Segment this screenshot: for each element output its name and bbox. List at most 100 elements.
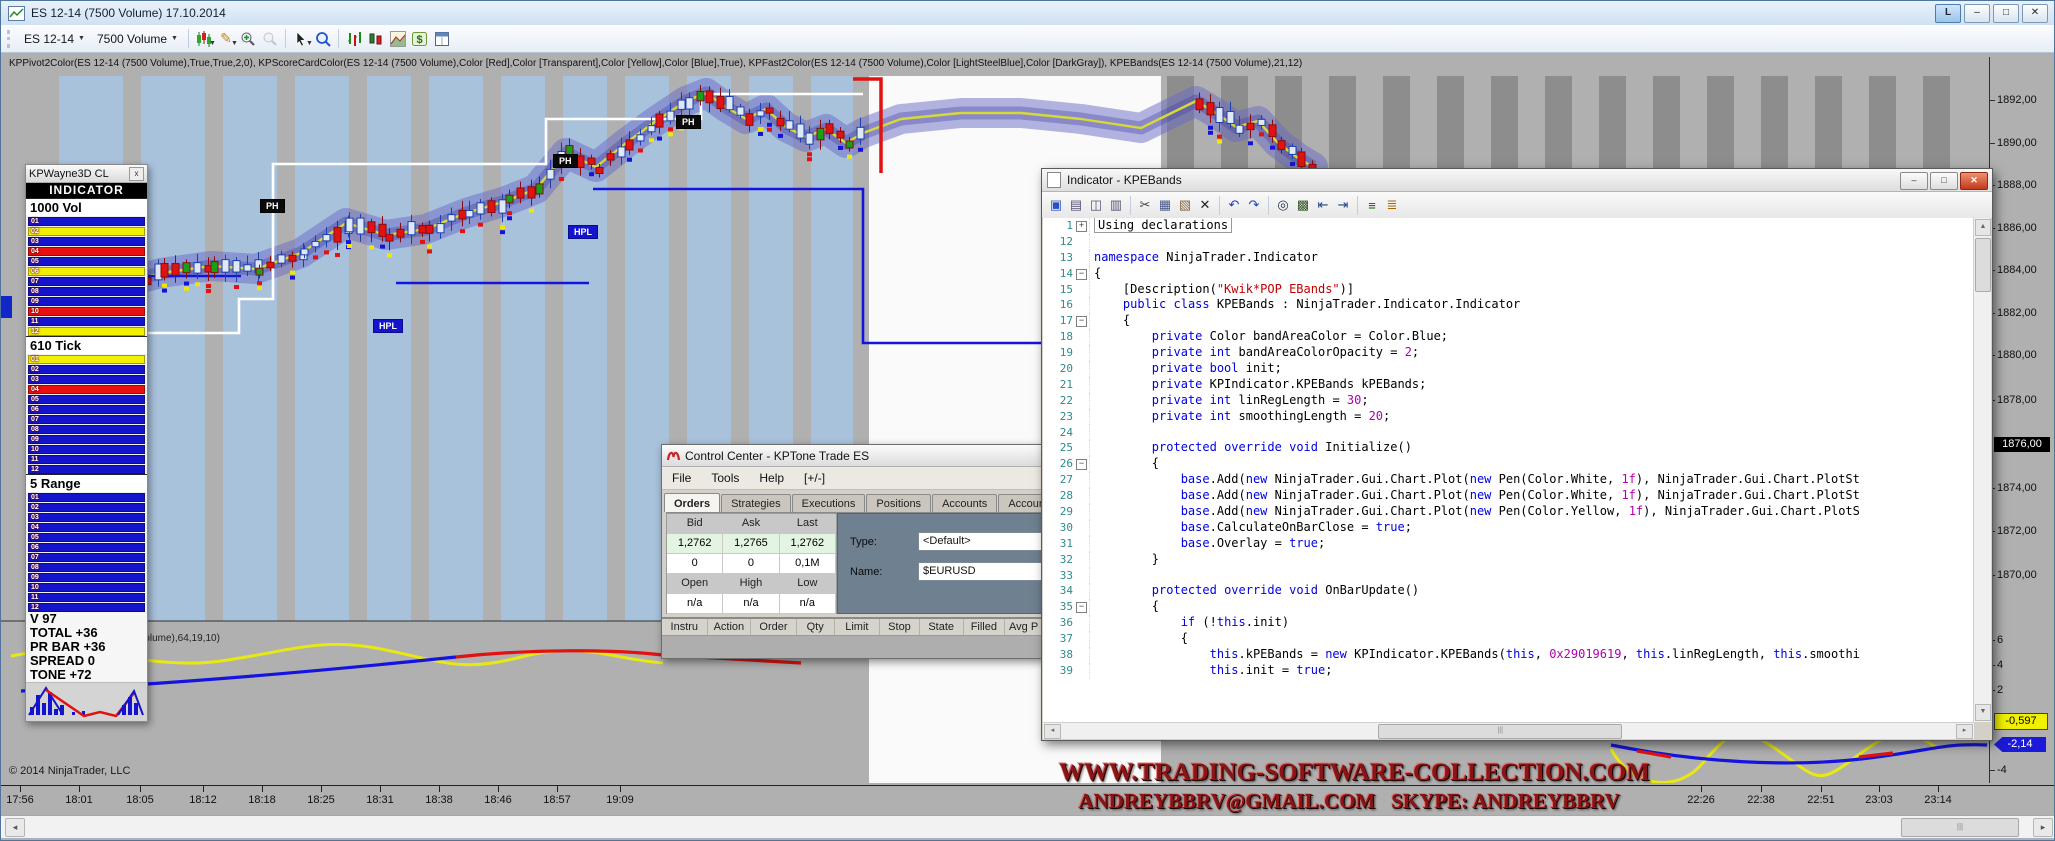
time-tick [140, 786, 141, 792]
hscroll-left-arrow[interactable]: ◂ [1044, 724, 1061, 739]
order-column-header[interactable]: Filled [964, 619, 1006, 635]
hscroll-right-arrow[interactable]: ▸ [1956, 724, 1973, 739]
editor-titlebar[interactable]: Indicator - KPEBands – □ ✕ [1042, 169, 1992, 192]
menu-item-tools[interactable]: Tools [701, 469, 749, 487]
tab-orders[interactable]: Orders [664, 493, 720, 512]
copy-icon[interactable]: ▦ [1155, 195, 1175, 215]
tab-accounts[interactable]: Accounts [932, 494, 997, 512]
dollar-icon[interactable]: $ [409, 28, 431, 50]
minimize-button[interactable]: – [1964, 4, 1990, 23]
fold-toggle-icon[interactable]: − [1076, 602, 1087, 613]
paste-icon[interactable]: ▧ [1175, 195, 1195, 215]
delete-icon[interactable]: ✕ [1195, 195, 1215, 215]
chart-window-titlebar[interactable]: ES 12-14 (7500 Volume) 17.10.2014 L – □ … [1, 1, 2055, 26]
market-data-cell: Bid [667, 514, 723, 533]
info-icon[interactable]: ≣ [1382, 195, 1402, 215]
order-name-input[interactable]: $EURUSD [918, 562, 1044, 581]
fold-margin: − [1073, 456, 1090, 472]
indicator-value-badge-blue: -2,14 [1994, 737, 2046, 752]
editor-restore-button[interactable]: □ [1930, 172, 1958, 190]
page-setup-icon[interactable]: ▥ [1106, 195, 1126, 215]
kpwayne3d-panel: KPWayne3D CL x INDICATOR 1000 Vol0102030… [25, 164, 148, 722]
tab-executions[interactable]: Executions [792, 494, 866, 512]
close-button[interactable]: ✕ [2022, 4, 2048, 23]
order-column-header[interactable]: Order [751, 619, 797, 635]
fold-toggle-icon[interactable]: − [1076, 269, 1087, 280]
menu-item-file[interactable]: File [662, 469, 701, 487]
order-column-header[interactable]: Qty [797, 619, 835, 635]
chart-horizontal-scrollbar[interactable]: ◂ ▸ [1, 815, 2055, 838]
order-column-header[interactable]: Avg P [1005, 619, 1043, 635]
order-column-header[interactable]: Action [708, 619, 752, 635]
find-icon[interactable]: ◎ [1273, 195, 1293, 215]
replace-icon[interactable]: ▩ [1293, 195, 1313, 215]
fold-toggle-icon[interactable]: − [1076, 316, 1087, 327]
toolbar-separator [1219, 196, 1220, 215]
order-column-header[interactable]: Limit [835, 619, 881, 635]
menu-item-help[interactable]: Help [749, 469, 794, 487]
tab-positions[interactable]: Positions [866, 494, 931, 512]
order-column-header[interactable]: Instru [662, 619, 708, 635]
zoom-in-icon[interactable] [237, 28, 259, 50]
link-button[interactable]: L [1935, 4, 1961, 23]
undo-icon[interactable]: ↶ [1224, 195, 1244, 215]
bar-chart-icon[interactable] [343, 28, 365, 50]
line-number: 15 [1043, 282, 1073, 298]
control-center-titlebar[interactable]: Control Center - KPTone Trade ES [662, 445, 1043, 467]
toolbar-grip[interactable] [7, 30, 13, 48]
cut-icon[interactable]: ✂ [1135, 195, 1155, 215]
outdent-icon[interactable]: ⇤ [1313, 195, 1333, 215]
code-line: 20 private bool init; [1043, 361, 1991, 377]
fold-toggle-icon[interactable]: − [1076, 459, 1087, 470]
align-icon[interactable]: ≡ [1362, 195, 1382, 215]
menu-item-[interactable]: [+/-] [794, 469, 835, 487]
instrument-dropdown[interactable]: ES 12-14▼ [18, 29, 91, 49]
code-text: protected override void Initialize() [1094, 440, 1412, 456]
kpwayne3d-close-button[interactable]: x [129, 167, 144, 181]
redo-icon[interactable]: ↷ [1244, 195, 1264, 215]
fold-margin: + [1073, 218, 1090, 234]
pencil-icon[interactable]: ✎▼ [215, 28, 237, 50]
restore-button[interactable]: □ [1993, 4, 2019, 23]
editor-minimize-button[interactable]: – [1900, 172, 1928, 190]
time-label: 18:18 [248, 794, 276, 806]
signal-row: 07 [28, 277, 145, 286]
vscroll-down-arrow[interactable]: ▼ [1975, 704, 1991, 721]
scrollbar-thumb[interactable] [1901, 818, 2019, 837]
fold-margin [1073, 297, 1090, 313]
panel-icon[interactable] [431, 28, 453, 50]
kpwayne3d-titlebar[interactable]: KPWayne3D CL x [26, 165, 147, 183]
editor-close-button[interactable]: ✕ [1960, 172, 1988, 190]
tab-account-performance[interactable]: Account Performance [998, 494, 1043, 512]
candles-icon[interactable] [365, 28, 387, 50]
editor-horizontal-scrollbar[interactable]: ◂ ||| ▸ [1043, 722, 1974, 739]
print-preview-icon[interactable]: ◫ [1086, 195, 1106, 215]
scroll-right-arrow[interactable]: ▸ [2033, 818, 2053, 837]
editor-vertical-scrollbar[interactable]: ▲ ▼ [1973, 218, 1991, 722]
editor-toolbar: ▣▤◫▥ ✂▦▧✕ ↶↷ ◎▩⇤⇥ ≡≣ [1042, 192, 1992, 219]
save-icon[interactable]: ▣ [1046, 195, 1066, 215]
signal-row: 11 [28, 317, 145, 326]
time-axis[interactable]: 17:5618:0118:0518:1218:1818:2518:3118:38… [1, 785, 2055, 812]
candlestick-icon[interactable]: ▼ [193, 28, 215, 50]
code-area[interactable]: 1+Using declarations1213namespace NinjaT… [1043, 218, 1991, 722]
price-tick-label: 1890,00 [1997, 137, 2037, 149]
vscroll-thumb[interactable] [1975, 238, 1991, 292]
pointer-icon[interactable]: ▼ [290, 28, 312, 50]
interval-dropdown[interactable]: 7500 Volume▼ [91, 29, 184, 49]
tab-strategies[interactable]: Strategies [721, 494, 791, 512]
zoom-out-icon[interactable] [259, 28, 281, 50]
order-column-header[interactable]: State [920, 619, 964, 635]
magnifier-icon[interactable] [312, 28, 334, 50]
price-axis[interactable]: 1876,00 -0,597 -2,14 1892,001890,001888,… [1989, 57, 2055, 783]
order-type-select[interactable]: <Default>▼ [918, 532, 1044, 551]
print-icon[interactable]: ▤ [1066, 195, 1086, 215]
time-tick [439, 786, 440, 792]
vscroll-up-arrow[interactable]: ▲ [1975, 219, 1991, 236]
fold-toggle-icon[interactable]: + [1076, 221, 1087, 232]
hscroll-thumb[interactable]: ||| [1378, 724, 1622, 739]
scroll-left-arrow[interactable]: ◂ [5, 818, 25, 837]
indent-icon[interactable]: ⇥ [1333, 195, 1353, 215]
order-column-header[interactable]: Stop [880, 619, 920, 635]
area-chart-icon[interactable] [387, 28, 409, 50]
